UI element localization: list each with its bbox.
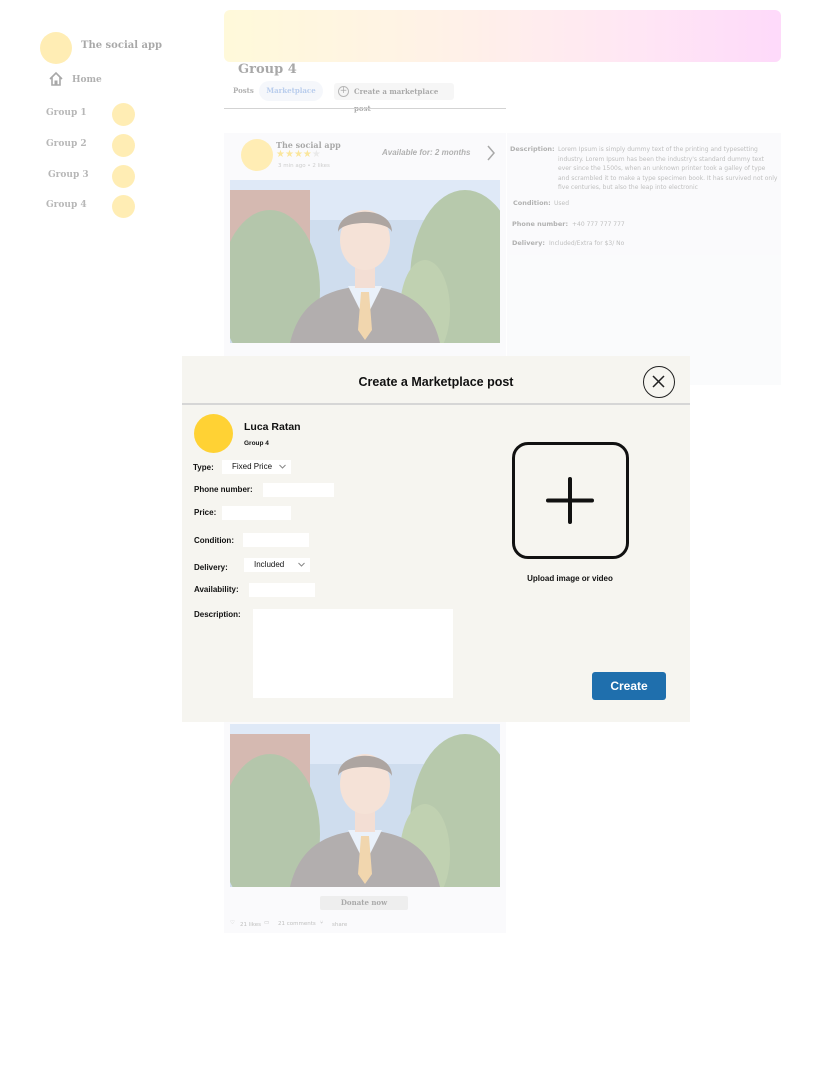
tabs-divider	[224, 108, 506, 109]
user-group: Group 4	[244, 440, 269, 447]
condition-label: Condition:	[513, 199, 551, 207]
app-logo[interactable]	[40, 32, 72, 64]
user-name: Luca Ratan	[244, 421, 301, 433]
group-avatar	[112, 195, 135, 218]
delivery-label: Delivery:	[512, 239, 545, 247]
star-icon: ★	[311, 149, 321, 160]
condition-input[interactable]	[243, 533, 309, 547]
close-icon	[652, 375, 665, 388]
phone-number-label: Phone number:	[194, 485, 253, 494]
sidebar-item-group-1[interactable]: Group 1	[46, 103, 141, 126]
home-link[interactable]: Home	[72, 75, 102, 85]
modal-divider	[182, 403, 690, 405]
sidebar-item-label: Group 1	[46, 108, 87, 118]
modal-title: Create a Marketplace post	[358, 375, 514, 389]
star-rating: ★★★★★	[276, 149, 321, 160]
sidebar-item-group-2[interactable]: Group 2	[46, 134, 141, 157]
chevron-down-icon	[279, 464, 286, 469]
post-details-panel: Description: Lorem Ipsum is simply dummy…	[507, 133, 781, 385]
group-cover-banner	[224, 10, 781, 62]
group-avatar	[112, 103, 135, 126]
group-avatar	[112, 165, 135, 188]
create-button[interactable]: Create	[592, 672, 666, 700]
star-icon: ★	[293, 149, 303, 160]
description-textarea[interactable]	[253, 609, 453, 698]
description-value: Lorem Ipsum is simply dummy text of the …	[558, 146, 778, 191]
create-marketplace-post-label: Create a marketplace post	[354, 87, 439, 113]
type-selected-value: Fixed Price	[232, 462, 273, 471]
description-label: Description:	[194, 610, 241, 619]
group-avatar	[112, 134, 135, 157]
create-marketplace-post-modal: Create a Marketplace post Luca Ratan Gro…	[182, 356, 690, 722]
delivery-value: Included/Extra for $3/ No	[549, 240, 625, 247]
delivery-label: Delivery:	[194, 563, 228, 572]
condition-label: Condition:	[194, 536, 234, 545]
star-icon: ★	[284, 149, 294, 160]
avatar[interactable]	[241, 139, 273, 171]
donate-button[interactable]: Donate now	[320, 896, 408, 910]
tab-posts[interactable]: Posts	[233, 86, 254, 95]
plus-circle-icon: +	[338, 86, 349, 97]
delivery-select[interactable]: Included	[244, 558, 310, 572]
price-label: Price:	[194, 508, 217, 517]
price-input[interactable]	[222, 506, 291, 520]
availability-input[interactable]	[249, 583, 315, 597]
sidebar-item-group-4[interactable]: Group 4	[46, 195, 141, 218]
sidebar-item-label: Group 2	[46, 139, 87, 149]
sidebar-app-name: The social app	[81, 40, 162, 51]
post-photo[interactable]	[230, 724, 500, 887]
post-meta: 3 min ago • 2 likes	[278, 163, 330, 169]
phone-value: +40 777 777 777	[572, 221, 625, 228]
star-icon: ★	[302, 149, 312, 160]
plus-icon	[546, 477, 594, 524]
sidebar-item-group-3[interactable]: Group 3	[48, 165, 143, 188]
upload-label: Upload image or video	[527, 574, 613, 583]
description-label: Description:	[510, 145, 555, 153]
phone-label: Phone number:	[512, 220, 569, 228]
home-icon[interactable]	[48, 71, 64, 87]
comments-count: 21 comments	[278, 921, 316, 927]
avatar	[194, 414, 233, 453]
delivery-selected-value: Included	[254, 560, 285, 569]
availability-label: Availability:	[194, 585, 239, 594]
availability-text: Available for: 2 months	[382, 148, 471, 157]
tab-marketplace[interactable]: Marketplace	[259, 81, 323, 101]
share-label[interactable]: share	[332, 922, 347, 928]
share-icon[interactable]: ⑂	[320, 920, 323, 926]
type-label: Type:	[193, 463, 214, 472]
sidebar-item-label: Group 4	[46, 200, 87, 210]
chevron-down-icon	[298, 562, 305, 567]
condition-value: Used	[554, 200, 570, 207]
page-title: Group 4	[238, 62, 297, 77]
chevron-right-icon[interactable]	[486, 145, 496, 161]
comment-icon[interactable]: ▭	[264, 920, 269, 926]
sidebar-item-label: Group 3	[48, 170, 89, 180]
heart-icon[interactable]: ♡	[230, 920, 235, 926]
star-icon: ★	[276, 149, 285, 160]
phone-number-input[interactable]	[263, 483, 334, 497]
likes-count: 21 likes	[240, 922, 262, 928]
close-button[interactable]	[643, 366, 675, 398]
upload-media-button[interactable]	[512, 442, 629, 559]
post-photo[interactable]	[230, 180, 500, 343]
create-marketplace-post-button[interactable]: + Create a marketplace post	[334, 83, 454, 113]
type-select[interactable]: Fixed Price	[222, 460, 291, 474]
